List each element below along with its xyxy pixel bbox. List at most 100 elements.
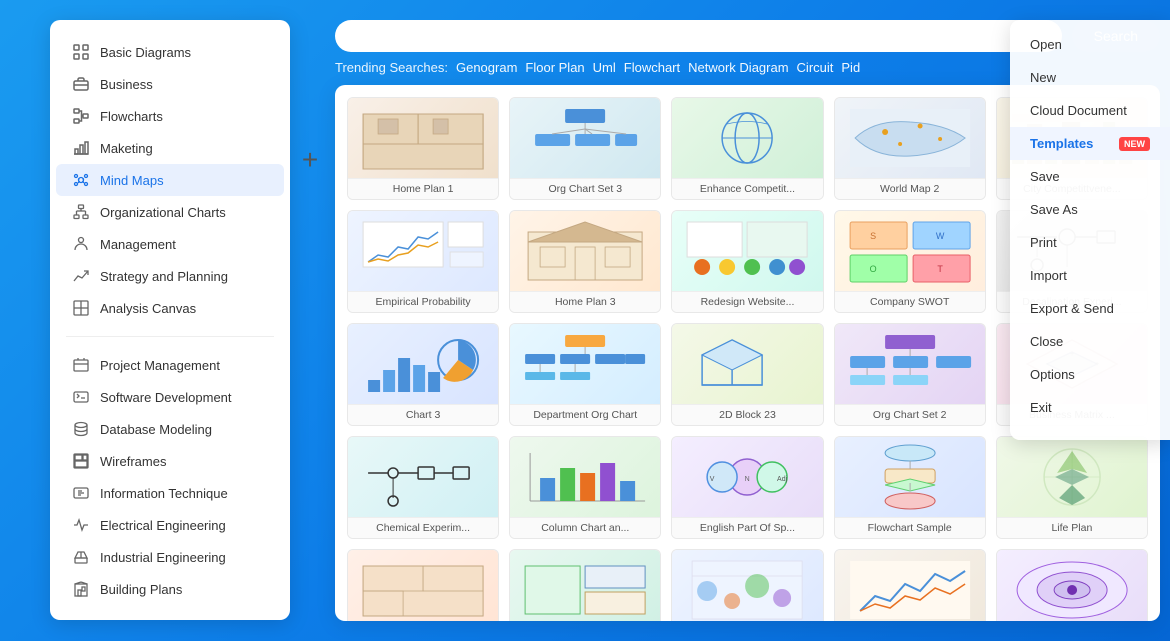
- search-input[interactable]: [355, 28, 1042, 44]
- sidebar-item-industrial[interactable]: Industrial Engineering: [56, 541, 284, 573]
- trending-item-pid[interactable]: Pid: [841, 60, 860, 75]
- right-panel-item-cloud-doc[interactable]: Cloud Document: [1010, 94, 1170, 127]
- right-panel-item-import[interactable]: Import: [1010, 259, 1170, 292]
- electrical-icon: [72, 516, 90, 534]
- template-card-home-plan-3[interactable]: Home Plan 3: [509, 210, 661, 313]
- svg-text:T: T: [937, 264, 943, 274]
- template-card-column-chart[interactable]: Column Chart an...: [509, 436, 661, 539]
- sidebar-item-strategy[interactable]: Strategy and Planning: [56, 260, 284, 292]
- template-thumbnail: [348, 98, 498, 178]
- sidebar-item-label: Analysis Canvas: [100, 301, 196, 316]
- template-card-world-map-2[interactable]: World Map 2: [834, 97, 986, 200]
- strategy-icon: [72, 267, 90, 285]
- sidebar-item-label: Wireframes: [100, 454, 166, 469]
- sidebar-item-label: Business: [100, 77, 153, 92]
- trending-item-floor-plan[interactable]: Floor Plan: [525, 60, 584, 75]
- sidebar-item-label: Industrial Engineering: [100, 550, 226, 565]
- trending-item-network-diagram[interactable]: Network Diagram: [688, 60, 788, 75]
- trending-item-uml[interactable]: Uml: [593, 60, 616, 75]
- sidebar-item-management[interactable]: Management: [56, 228, 284, 260]
- template-thumbnail: [997, 550, 1147, 621]
- template-card-empirical-prob[interactable]: Empirical Probability: [347, 210, 499, 313]
- template-card-chem-experi[interactable]: Chemical Experim...: [347, 436, 499, 539]
- trending-item-flowchart[interactable]: Flowchart: [624, 60, 680, 75]
- template-thumbnail: [348, 550, 498, 621]
- right-panel-label: Close: [1030, 334, 1063, 349]
- template-card-org-chart-set2[interactable]: Org Chart Set 2: [834, 323, 986, 426]
- template-label: Home Plan 3: [510, 291, 660, 312]
- sidebar-item-label: Database Modeling: [100, 422, 212, 437]
- sidebar-item-info-tech[interactable]: Information Technique: [56, 477, 284, 509]
- template-card-misc1[interactable]: [347, 549, 499, 621]
- template-card-misc3[interactable]: [671, 549, 823, 621]
- template-card-life-plan[interactable]: Life Plan: [996, 436, 1148, 539]
- template-label: Org Chart Set 2: [835, 404, 985, 425]
- template-label: Company SWOT: [835, 291, 985, 312]
- template-card-enhance-competit[interactable]: Enhance Competit...: [671, 97, 823, 200]
- template-card-misc2[interactable]: [509, 549, 661, 621]
- template-card-dept-org-chart[interactable]: Department Org Chart: [509, 323, 661, 426]
- template-card-redesign-website[interactable]: Redesign Website...: [671, 210, 823, 313]
- sidebar-item-building[interactable]: Building Plans: [56, 573, 284, 605]
- trending-item-genogram[interactable]: Genogram: [456, 60, 517, 75]
- template-thumbnail: [510, 98, 660, 178]
- sidebar-item-label: Organizational Charts: [100, 205, 226, 220]
- template-thumbnail: [835, 98, 985, 178]
- add-button[interactable]: +: [290, 140, 330, 180]
- template-card-misc4[interactable]: [834, 549, 986, 621]
- software-icon: [72, 388, 90, 406]
- right-panel-item-new[interactable]: New: [1010, 61, 1170, 94]
- right-panel-item-save-as[interactable]: Save As: [1010, 193, 1170, 226]
- sidebar-item-flowcharts[interactable]: Flowcharts: [56, 100, 284, 132]
- template-card-flowchart-sample[interactable]: Flowchart Sample: [834, 436, 986, 539]
- template-card-company-swot[interactable]: SWOT Company SWOT: [834, 210, 986, 313]
- template-card-home-plan-1[interactable]: Home Plan 1: [347, 97, 499, 200]
- sidebar-item-org-charts[interactable]: Organizational Charts: [56, 196, 284, 228]
- template-card-misc5[interactable]: [996, 549, 1148, 621]
- template-thumbnail: [672, 324, 822, 404]
- template-label: English Part Of Sp...: [672, 517, 822, 538]
- wireframe-icon: [72, 452, 90, 470]
- template-thumbnail: [510, 437, 660, 517]
- sidebar-item-wireframes[interactable]: Wireframes: [56, 445, 284, 477]
- right-panel-item-save[interactable]: Save: [1010, 160, 1170, 193]
- right-panel-item-export-send[interactable]: Export & Send: [1010, 292, 1170, 325]
- sidebar-item-mind-maps[interactable]: Mind Maps: [56, 164, 284, 196]
- sidebar-item-analysis[interactable]: Analysis Canvas: [56, 292, 284, 324]
- template-thumbnail: [348, 211, 498, 291]
- trending-item-circuit[interactable]: Circuit: [797, 60, 834, 75]
- sidebar-item-project-mgmt[interactable]: Project Management: [56, 349, 284, 381]
- sidebar-item-business[interactable]: Business: [56, 68, 284, 100]
- template-card-english-part[interactable]: NVAdj English Part Of Sp...: [671, 436, 823, 539]
- right-panel-label: Options: [1030, 367, 1075, 382]
- right-panel-item-options[interactable]: Options: [1010, 358, 1170, 391]
- sidebar-top-section: Basic Diagrams Business Flowcharts Maket…: [50, 32, 290, 328]
- mindmap-icon: [72, 171, 90, 189]
- sidebar-item-electrical[interactable]: Electrical Engineering: [56, 509, 284, 541]
- right-panel-label: New: [1030, 70, 1056, 85]
- template-card-chart-3[interactable]: Chart 3: [347, 323, 499, 426]
- sidebar-item-database[interactable]: Database Modeling: [56, 413, 284, 445]
- right-panel-item-print[interactable]: Print: [1010, 226, 1170, 259]
- sidebar-item-basic-diagrams[interactable]: Basic Diagrams: [56, 36, 284, 68]
- right-panel-item-open[interactable]: Open: [1010, 28, 1170, 61]
- template-thumbnail: SWOT: [835, 211, 985, 291]
- right-panel-item-templates[interactable]: TemplatesNEW: [1010, 127, 1170, 160]
- template-thumbnail: [835, 550, 985, 621]
- sidebar-item-marketing[interactable]: Maketing: [56, 132, 284, 164]
- template-thumbnail: NVAdj: [672, 437, 822, 517]
- right-panel-item-close[interactable]: Close: [1010, 325, 1170, 358]
- sidebar: Basic Diagrams Business Flowcharts Maket…: [50, 20, 290, 620]
- template-thumbnail: [348, 437, 498, 517]
- template-label: Chart 3: [348, 404, 498, 425]
- template-label: Column Chart an...: [510, 517, 660, 538]
- sidebar-item-label: Electrical Engineering: [100, 518, 226, 533]
- template-card-org-chart-set3[interactable]: Org Chart Set 3: [509, 97, 661, 200]
- right-panel-item-exit[interactable]: Exit: [1010, 391, 1170, 424]
- template-label: Department Org Chart: [510, 404, 660, 425]
- svg-text:W: W: [935, 231, 944, 241]
- industrial-icon: [72, 548, 90, 566]
- briefcase-icon: [72, 75, 90, 93]
- sidebar-item-software-dev[interactable]: Software Development: [56, 381, 284, 413]
- template-card-2d-block-23[interactable]: 2D Block 23: [671, 323, 823, 426]
